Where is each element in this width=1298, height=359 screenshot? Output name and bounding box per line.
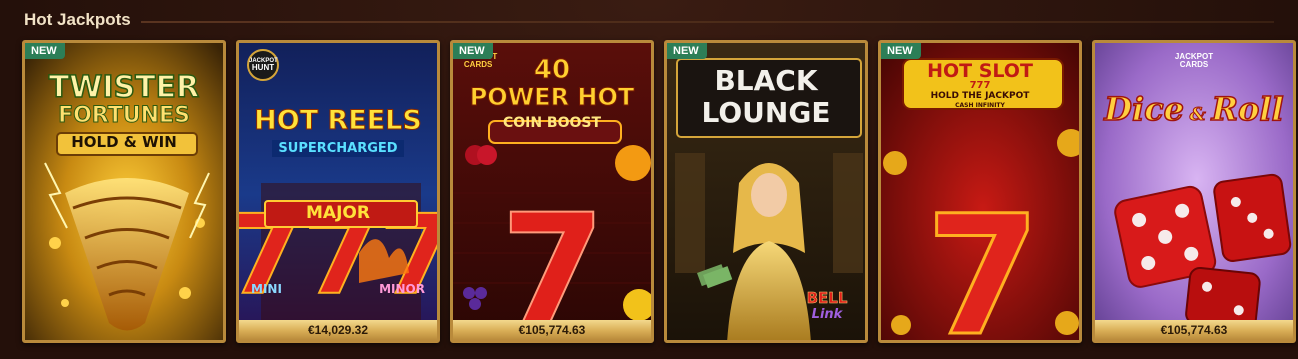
- jackpot-cards-logo: JACKPOT CARDS: [1095, 52, 1293, 70]
- section-divider: [140, 21, 1274, 23]
- game-card-hot-reels[interactable]: 777 JACKPOT HUNT HOT REELS SUPERCHARGED …: [236, 40, 440, 343]
- game-title-line: &: [1189, 104, 1206, 125]
- game-title-line: HOT REELS: [254, 105, 423, 136]
- bell-link-logo: BELL Link: [797, 289, 857, 322]
- svg-text:7: 7: [926, 180, 1041, 343]
- game-card-hot-slot[interactable]: 7 NEW HOT SLOT 777 HOLD THE JACKPOT CASH…: [878, 40, 1082, 343]
- logo-text: HUNT: [251, 63, 275, 73]
- brand-text: BELL: [806, 289, 848, 307]
- game-subtitle: COIN BOOST: [502, 115, 602, 131]
- jackpot-amount: €14,029.32: [239, 320, 437, 340]
- game-title: HOT REELS SUPERCHARGED: [239, 107, 437, 157]
- jackpot-label-mini: MINI: [251, 282, 282, 296]
- game-title: TWISTER FORTUNES HOLD & WIN: [25, 70, 223, 151]
- jackpot-amount: €105,774.63: [453, 320, 651, 340]
- game-thumbnail: [1095, 43, 1293, 340]
- game-subtitle: CASH INFINITY: [955, 102, 1005, 109]
- game-title: Dice & Roll: [1095, 90, 1293, 128]
- logo-text: CARDS: [463, 60, 493, 70]
- game-subtitle: SUPERCHARGED: [272, 140, 404, 157]
- game-title-line: HOT SLOT: [927, 60, 1033, 82]
- new-badge: NEW: [881, 43, 921, 59]
- game-card-twister-fortunes[interactable]: NEW TWISTER FORTUNES HOLD & WIN: [22, 40, 226, 343]
- jackpot-label-minor: MINOR: [379, 282, 425, 296]
- new-badge: NEW: [25, 43, 65, 59]
- game-title-line: LOUNGE: [701, 96, 831, 129]
- jackpot-amount: €105,774.63: [1095, 320, 1293, 340]
- game-title-line: POWER HOT: [469, 83, 635, 111]
- game-subtitle: HOLD & WIN: [71, 133, 177, 151]
- game-title: BLACK LOUNGE: [667, 67, 865, 127]
- game-title-line: BLACK: [714, 64, 818, 97]
- section-header: Hot Jackpots: [24, 6, 1274, 34]
- game-card-black-lounge[interactable]: NEW BLACK LOUNGE BELL Link: [664, 40, 868, 343]
- new-badge: NEW: [667, 43, 707, 59]
- logo-text: CARDS: [1179, 60, 1209, 70]
- game-card-40-power-hot[interactable]: 7 NEW JACKPOT CARDS 40 POWER HOT COIN BO…: [450, 40, 654, 343]
- game-title-line: FORTUNES: [58, 103, 191, 128]
- game-card-list: NEW TWISTER FORTUNES HOLD & WIN 777: [22, 40, 1296, 343]
- game-title-line: 777: [969, 80, 991, 91]
- section-title: Hot Jackpots: [24, 10, 131, 29]
- brand-text: Link: [811, 307, 843, 322]
- game-title-line: TWISTER: [48, 70, 200, 105]
- game-subtitle: HOLD THE JACKPOT: [930, 91, 1030, 101]
- jackpot-hunt-logo: JACKPOT HUNT: [247, 49, 279, 81]
- game-title-line: Roll: [1211, 90, 1285, 128]
- svg-text:7: 7: [501, 183, 605, 343]
- game-title: HOT SLOT 777 HOLD THE JACKPOT CASH INFIN…: [881, 62, 1079, 109]
- new-badge: NEW: [453, 43, 493, 59]
- jackpot-label-major: MAJOR: [306, 203, 370, 223]
- game-card-dice-and-roll[interactable]: JACKPOT CARDS Dice & Roll €105,774.63: [1092, 40, 1296, 343]
- game-title-line: Dice: [1104, 90, 1185, 128]
